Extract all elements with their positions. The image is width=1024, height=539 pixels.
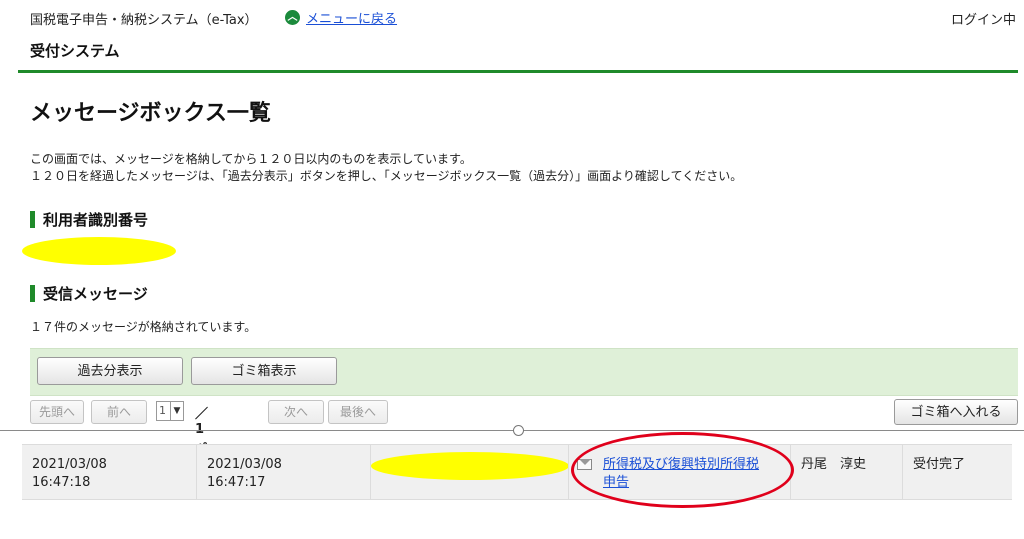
received-heading: 受信メッセージ (30, 283, 148, 304)
column-splitter[interactable] (0, 430, 1024, 431)
received-date: 2021/03/08 (32, 457, 107, 472)
page-title: メッセージボックス一覧 (30, 101, 271, 126)
chevron-up-circle-icon: ︿ (285, 10, 300, 25)
message-count: １７件のメッセージが格納されています。 (30, 320, 257, 334)
trash-display-button[interactable]: ゴミ箱表示 (191, 357, 337, 385)
received-time: 16:47:18 (32, 475, 91, 490)
menu-back-link[interactable]: ︿ メニューに戻る (285, 8, 397, 27)
received-datetime-cell: 2021/03/08 16:47:18 (22, 445, 196, 499)
section-marker (30, 211, 35, 228)
system-name: 国税電子申告・納税システム（e-Tax） (30, 13, 258, 28)
description-line-2: １２０日を経過したメッセージは、「過去分表示」ボタンを押し、「メッセージボックス… (30, 169, 743, 183)
page-select-value: 1 (159, 404, 166, 417)
chevron-down-icon: ▼ (170, 402, 183, 420)
next-page-button[interactable]: 次へ (268, 400, 324, 424)
user-id-heading-text: 利用者識別番号 (43, 211, 149, 229)
redacted-value (371, 452, 569, 480)
subject-cell: 所得税及び復興特別所得税 申告 (568, 445, 791, 499)
action-panel: 過去分表示 ゴミ箱表示 (30, 348, 1018, 396)
past-display-button[interactable]: 過去分表示 (37, 357, 183, 385)
last-page-button[interactable]: 最後へ (328, 400, 388, 424)
page-description: この画面では、メッセージを格納してから１２０日以内のものを表示しています。 １２… (30, 151, 742, 185)
sent-datetime-cell: 2021/03/08 16:47:17 (196, 445, 371, 499)
prev-page-button[interactable]: 前へ (91, 400, 147, 424)
status-cell: 受付完了 (902, 445, 1013, 499)
menu-back-label[interactable]: メニューに戻る (306, 8, 397, 27)
splitter-handle[interactable] (513, 425, 524, 436)
status-text: 受付完了 (913, 457, 966, 472)
subsystem-title: 受付システム (30, 42, 120, 60)
subject-line-1: 所得税及び復興特別所得税 (603, 457, 760, 472)
redacted-cell (370, 445, 569, 499)
table-row[interactable]: 2021/03/08 16:47:18 2021/03/08 16:47:17 … (22, 444, 1012, 500)
sent-date: 2021/03/08 (207, 457, 282, 472)
received-heading-text: 受信メッセージ (43, 285, 148, 303)
redacted-user-id (22, 237, 176, 265)
sender-name: 丹尾 淳史 (801, 457, 867, 472)
subject-link[interactable]: 所得税及び復興特別所得税 申告 (603, 456, 791, 492)
move-to-trash-button[interactable]: ゴミ箱へ入れる (894, 399, 1018, 425)
section-marker (30, 285, 35, 302)
sent-time: 16:47:17 (207, 475, 266, 490)
page-select[interactable]: 1 ▼ (156, 401, 184, 421)
name-cell: 丹尾 淳史 (790, 445, 903, 499)
subject-line-2: 申告 (603, 475, 630, 490)
header-divider (18, 70, 1018, 73)
login-status: ログイン中 (950, 13, 1016, 28)
envelope-icon (577, 459, 592, 470)
top-bar: 国税電子申告・納税システム（e-Tax） ︿ メニューに戻る ログイン中 (0, 0, 1024, 40)
first-page-button[interactable]: 先頭へ (30, 400, 84, 424)
description-line-1: この画面では、メッセージを格納してから１２０日以内のものを表示しています。 (30, 152, 472, 166)
user-id-heading: 利用者識別番号 (30, 209, 148, 230)
